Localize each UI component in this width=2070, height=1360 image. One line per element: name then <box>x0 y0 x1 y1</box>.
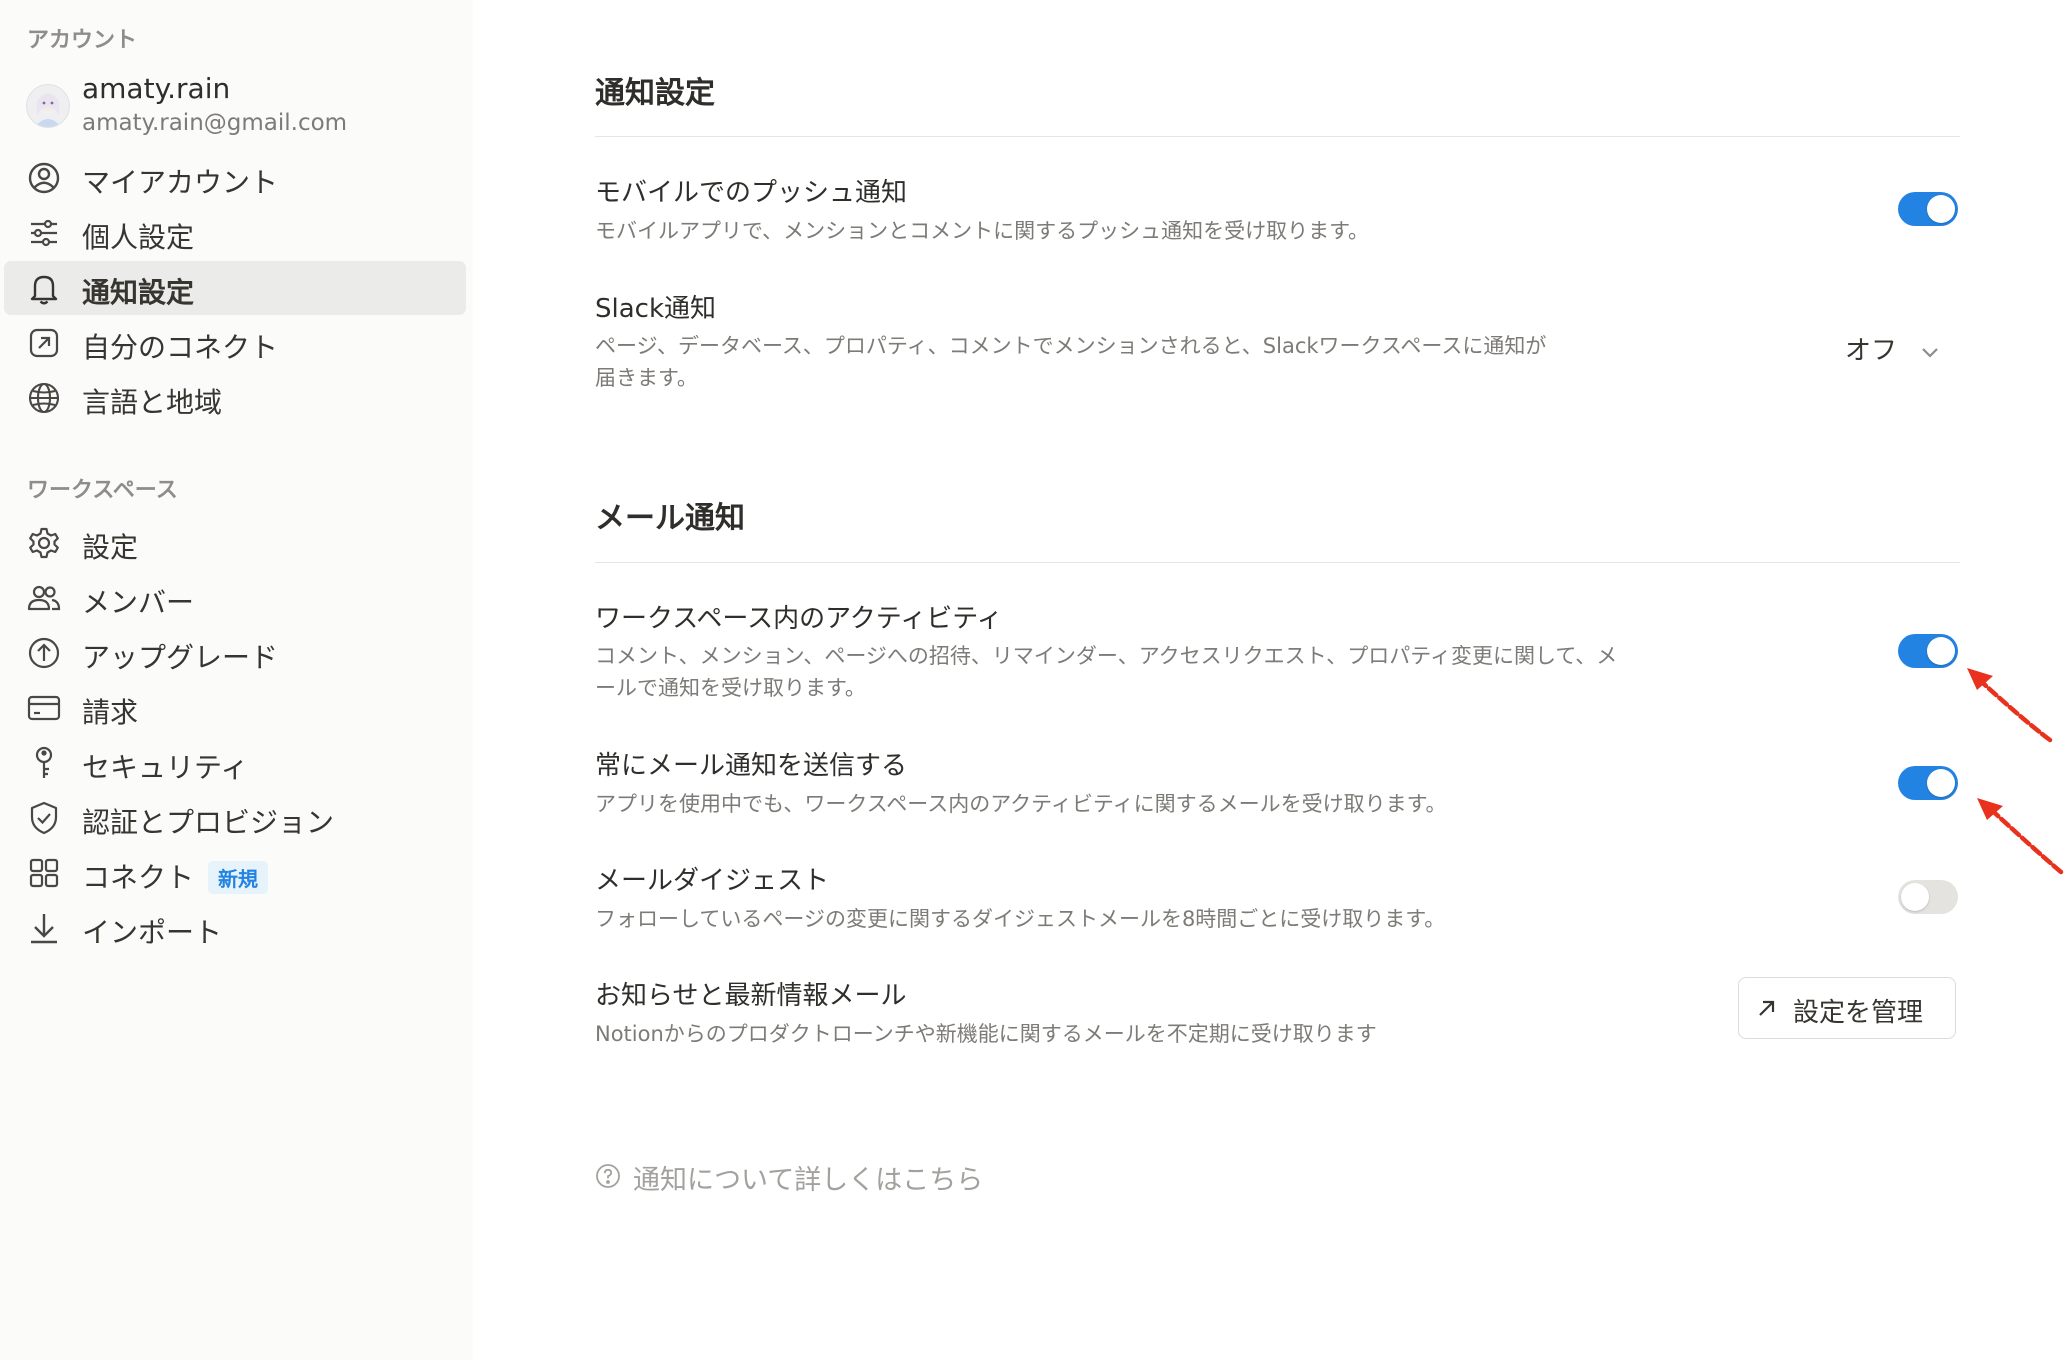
always-email-title: 常にメール通知を送信する <box>595 751 908 781</box>
new-badge: 新規 <box>208 860 269 894</box>
key-icon <box>26 745 62 781</box>
globe-icon <box>26 380 62 416</box>
sidebar-item-billing[interactable]: 請求 <box>4 681 466 735</box>
toggle-knob <box>1927 637 1955 665</box>
profile-email: amaty.rain@gmail.com <box>82 110 348 136</box>
sidebar-item-label: セキュリティ <box>82 751 249 784</box>
manage-settings-label: 設定を管理 <box>1793 998 1924 1028</box>
workspace-section-label: ワークスペース <box>27 478 178 503</box>
toggle-knob <box>1901 883 1929 911</box>
grid-icon <box>26 855 62 891</box>
mobile-push-description: モバイルアプリで、メンションとコメントに関するプッシュ通知を受け取ります。 <box>595 219 1370 243</box>
sidebar-item-members[interactable]: メンバー <box>4 571 466 625</box>
settings-sidebar: アカウント amaty.rain amaty.rain@gmail.com マイ… <box>0 0 473 1360</box>
digest-toggle[interactable] <box>1898 880 1958 914</box>
arrow-up-circle-icon <box>26 635 62 671</box>
sidebar-item-import[interactable]: インポート <box>4 901 466 955</box>
sidebar-item-notifications[interactable]: 通知設定 <box>4 261 466 315</box>
gear-icon <box>26 525 62 561</box>
sidebar-item-label: 言語と地域 <box>82 386 223 419</box>
always-email-toggle[interactable] <box>1898 766 1958 800</box>
digest-title: メールダイジェスト <box>595 866 830 896</box>
sidebar-item-settings[interactable]: 設定 <box>4 516 466 570</box>
sidebar-item-label: 個人設定 <box>82 221 195 254</box>
arrow-up-right-icon <box>1755 996 1779 1024</box>
sidebar-item-label: メンバー <box>82 586 195 619</box>
profile-name: amaty.rain <box>82 72 231 105</box>
toggle-knob <box>1927 769 1955 797</box>
mobile-push-title: モバイルでのプッシュ通知 <box>595 178 908 208</box>
user-circle-icon <box>26 160 62 196</box>
slack-description-line1: ページ、データベース、プロパティ、コメントでメンションされると、Slackワーク… <box>595 334 1547 358</box>
workspace-activity-description-line1: コメント、メンション、ページへの招待、リマインダー、アクセスリクエスト、プロパテ… <box>595 644 1618 668</box>
sidebar-item-label: 認証とプロビジョン <box>82 806 335 839</box>
sidebar-item-connect[interactable]: コネクト 新規 <box>4 846 466 900</box>
sidebar-item-label: 設定 <box>82 531 139 564</box>
sidebar-item-label: 請求 <box>82 696 139 729</box>
annotation-arrow-icon <box>1977 798 2064 875</box>
manage-settings-button[interactable]: 設定を管理 <box>1738 977 1956 1039</box>
sidebar-item-label: 自分のコネクト <box>82 331 279 364</box>
news-description: Notionからのプロダクトローンチや新機能に関するメールを不定期に受け取ります <box>595 1022 1377 1046</box>
sidebar-item-identity-provisioning[interactable]: 認証とプロビジョン <box>4 791 466 845</box>
avatar <box>26 84 70 128</box>
settings-content: 通知設定 モバイルでのプッシュ通知 モバイルアプリで、メンションとコメントに関す… <box>473 0 2070 1360</box>
workspace-activity-title: ワークスペース内のアクティビティ <box>595 604 1003 634</box>
sidebar-item-preferences[interactable]: 個人設定 <box>4 206 466 260</box>
slack-title: Slack通知 <box>595 294 717 324</box>
credit-card-icon <box>26 690 62 726</box>
arrow-up-right-box-icon <box>26 325 62 361</box>
sidebar-item-my-connections[interactable]: 自分のコネクト <box>4 316 466 370</box>
sidebar-item-label: 通知設定 <box>82 276 195 309</box>
sidebar-item-my-account[interactable]: マイアカウント <box>4 151 466 205</box>
profile: amaty.rain amaty.rain@gmail.com <box>26 72 456 144</box>
bell-icon <box>26 270 62 306</box>
workspace-activity-toggle[interactable] <box>1898 634 1958 668</box>
mobile-push-toggle[interactable] <box>1898 192 1958 226</box>
sliders-icon <box>26 215 62 251</box>
sidebar-item-language-region[interactable]: 言語と地域 <box>4 371 466 425</box>
slack-dropdown-value: オフ <box>1845 336 1898 366</box>
toggle-knob <box>1927 195 1955 223</box>
workspace-activity-description-line2: ールで通知を受け取ります。 <box>595 676 866 700</box>
annotation-arrow-icon <box>1967 668 2053 743</box>
sidebar-item-label: アップグレード <box>82 641 279 674</box>
sidebar-item-label: インポート <box>82 916 223 949</box>
divider <box>595 136 1960 137</box>
email-title: メール通知 <box>595 501 745 536</box>
sidebar-item-label: マイアカウント <box>82 166 279 199</box>
help-link-label: 通知について詳しくはこちら <box>633 1165 984 1196</box>
download-icon <box>26 910 62 946</box>
chevron-down-icon <box>1919 340 1941 370</box>
always-email-description: アプリを使用中でも、ワークスペース内のアクティビティに関するメールを受け取ります… <box>595 792 1447 816</box>
sidebar-item-security[interactable]: セキュリティ <box>4 736 466 790</box>
sidebar-item-label: コネクト <box>82 861 195 894</box>
divider <box>595 562 1960 563</box>
news-title: お知らせと最新情報メール <box>595 981 907 1011</box>
slack-dropdown[interactable]: オフ <box>1845 330 1938 370</box>
account-section-label: アカウント <box>27 28 138 53</box>
slack-description-line2: 届きます。 <box>595 366 698 390</box>
shield-check-icon <box>26 800 62 836</box>
sidebar-item-upgrade[interactable]: アップグレード <box>4 626 466 680</box>
digest-description: フォローしているページの変更に関するダイジェストメールを8時間ごとに受け取ります… <box>595 907 1446 931</box>
sidebar-item-label-wrap: コネクト 新規 <box>82 856 269 896</box>
notifications-title: 通知設定 <box>595 76 715 111</box>
people-icon <box>26 580 62 616</box>
question-circle-icon <box>595 1163 621 1193</box>
